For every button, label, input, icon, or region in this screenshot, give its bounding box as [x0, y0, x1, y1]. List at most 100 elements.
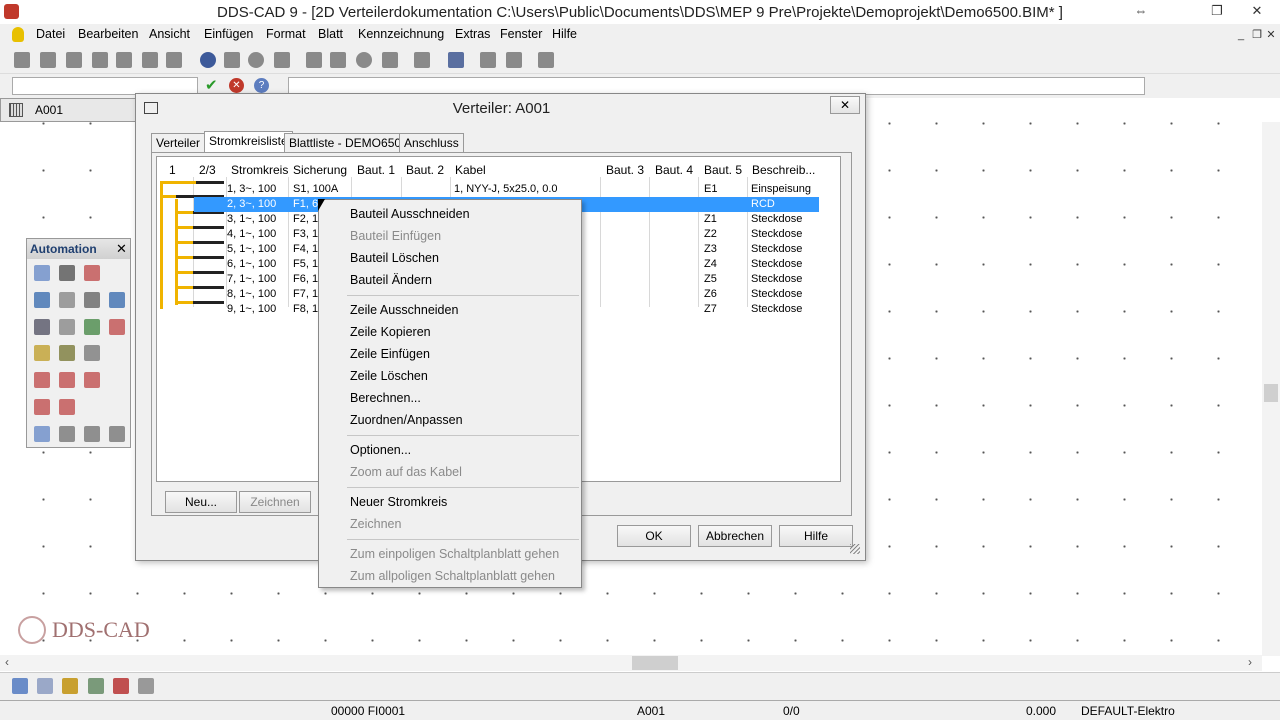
col-header-baut5[interactable]: Baut. 5 [704, 163, 742, 177]
col-header-baut1[interactable]: Baut. 1 [357, 163, 395, 177]
ortho-icon[interactable] [62, 678, 78, 694]
menu-hilfe[interactable]: Hilfe [552, 27, 577, 41]
cancel-icon[interactable]: ✕ [229, 78, 244, 93]
hatch-icon[interactable] [382, 52, 398, 68]
context-menu-item[interactable]: Bauteil Einfügen [350, 229, 441, 243]
move-icon[interactable] [84, 319, 100, 335]
cell-beschreib[interactable]: Steckdose [751, 273, 802, 285]
vertical-scroll-thumb[interactable] [1264, 384, 1278, 402]
cell-stromkreis[interactable]: 9, 1~, 100 [227, 303, 276, 315]
table-icon[interactable] [34, 265, 50, 281]
arrow-left-icon[interactable] [34, 292, 50, 308]
branch-icon[interactable] [84, 372, 100, 388]
dialog-close-button[interactable]: ✕ [830, 96, 860, 114]
ellipse-icon[interactable] [356, 52, 372, 68]
help-pointer-icon[interactable] [448, 52, 464, 68]
window-icon[interactable] [306, 52, 322, 68]
horizontal-scroll-thumb[interactable] [632, 656, 678, 670]
draw-button[interactable]: Zeichnen [239, 491, 311, 513]
restore-small-icon[interactable]: ⇔ [1128, 2, 1154, 20]
horizontal-scrollbar[interactable]: ‹ › [0, 655, 1262, 671]
coordinate-icon[interactable] [138, 678, 154, 694]
lightbulb-icon[interactable] [12, 27, 24, 42]
help-icon[interactable]: ? [254, 78, 269, 93]
cell-stromkreis[interactable]: 3, 1~, 100 [227, 213, 276, 225]
confirm-icon[interactable]: ✔ [205, 76, 218, 94]
list-icon[interactable] [224, 52, 240, 68]
grid-table-icon[interactable] [34, 319, 50, 335]
close-doc-icon[interactable] [66, 52, 82, 68]
new-icon[interactable] [14, 52, 30, 68]
cell-baut5[interactable]: Z2 [704, 228, 717, 240]
context-menu-item[interactable]: Zum einpoligen Schaltplanblatt gehen [350, 547, 559, 561]
sheet4-icon[interactable] [109, 426, 125, 442]
copy-icon[interactable] [59, 292, 75, 308]
print-preview-icon[interactable] [116, 52, 132, 68]
tee-icon[interactable] [59, 372, 75, 388]
cell-stromkreis[interactable]: 2, 3~, 100 [227, 198, 276, 210]
cell-sicherung[interactable]: S1, 100A [293, 183, 338, 195]
cell-baut5[interactable]: Z3 [704, 243, 717, 255]
redo-icon[interactable] [166, 52, 182, 68]
context-menu-item[interactable]: Bauteil Ändern [350, 273, 432, 287]
layer2-icon[interactable] [506, 52, 522, 68]
undo-icon[interactable] [142, 52, 158, 68]
maximize-icon[interactable]: ❐ [1204, 2, 1230, 20]
cell-baut5[interactable]: Z7 [704, 303, 717, 315]
cell-baut5[interactable]: Z6 [704, 288, 717, 300]
col-header-baut3[interactable]: Baut. 3 [606, 163, 644, 177]
context-menu-item[interactable]: Zoom auf das Kabel [350, 465, 462, 479]
cell-beschreib[interactable]: Steckdose [751, 243, 802, 255]
col-header-baut4[interactable]: Baut. 4 [655, 163, 693, 177]
ok-button[interactable]: OK [617, 525, 691, 547]
automation-close-icon[interactable]: ✕ [116, 241, 127, 257]
scroll-left-icon[interactable]: ‹ [5, 655, 9, 669]
open-icon[interactable] [40, 52, 56, 68]
context-menu-item[interactable]: Zeichnen [350, 517, 401, 531]
context-menu-item[interactable]: Neuer Stromkreis [350, 495, 447, 509]
context-menu-item[interactable]: Zum allpoligen Schaltplanblatt gehen [350, 569, 555, 583]
context-menu-item[interactable]: Zeile Einfügen [350, 347, 430, 361]
cell-stromkreis[interactable]: 6, 1~, 100 [227, 258, 276, 270]
tab-blattliste[interactable]: Blattliste - DEMO6500 [284, 133, 413, 152]
context-menu-item[interactable]: Zuordnen/Anpassen [350, 413, 463, 427]
cell-beschreib[interactable]: Steckdose [751, 303, 802, 315]
layer-icon[interactable] [480, 52, 496, 68]
mirror-icon[interactable] [113, 678, 129, 694]
sheet1-icon[interactable] [34, 426, 50, 442]
context-menu-item[interactable]: Optionen... [350, 443, 411, 457]
tab-anschluss[interactable]: Anschluss [399, 133, 464, 152]
cell-kabel[interactable]: 1, NYY-J, 5x25.0, 0.0 [454, 183, 558, 195]
context-menu-item[interactable]: Bauteil Ausschneiden [350, 207, 470, 221]
fill-icon[interactable] [84, 292, 100, 308]
menu-datei[interactable]: Datei [36, 27, 65, 41]
globe-icon[interactable] [200, 52, 216, 68]
sheet2-icon[interactable] [59, 426, 75, 442]
col-header-kabel[interactable]: Kabel [455, 163, 486, 177]
circle-icon[interactable] [248, 52, 264, 68]
cell-beschreib[interactable]: Steckdose [751, 258, 802, 270]
col-header-stromkreis[interactable]: Stromkreis [231, 163, 288, 177]
tab-stromkreisliste[interactable]: Stromkreisliste [204, 131, 293, 153]
cell-baut5[interactable]: Z4 [704, 258, 717, 270]
cell-stromkreis[interactable]: 1, 3~, 100 [227, 183, 276, 195]
cell-stromkreis[interactable]: 4, 1~, 100 [227, 228, 276, 240]
scroll-right-icon[interactable]: › [1248, 655, 1252, 669]
cell-beschreib[interactable]: Steckdose [751, 228, 802, 240]
mdi-close-icon[interactable]: ✕ [1258, 26, 1280, 44]
automation-header[interactable]: Automation ✕ [27, 239, 130, 259]
context-menu-item[interactable]: Berechnen... [350, 391, 421, 405]
align-icon[interactable] [59, 319, 75, 335]
col-header-1[interactable]: 1 [169, 163, 176, 177]
col-header-sicherung[interactable]: Sicherung [293, 163, 347, 177]
context-menu-item[interactable]: Zeile Ausschneiden [350, 303, 458, 317]
cell-stromkreis[interactable]: 8, 1~, 100 [227, 288, 276, 300]
menu-kennzeichnung[interactable]: Kennzeichnung [358, 27, 444, 41]
sheet3-icon[interactable] [84, 426, 100, 442]
angle-icon[interactable] [88, 678, 104, 694]
cell-baut5[interactable]: Z5 [704, 273, 717, 285]
context-menu-item[interactable]: Bauteil Löschen [350, 251, 439, 265]
xs-icon[interactable] [84, 345, 100, 361]
query-icon[interactable] [109, 319, 125, 335]
col-header-beschreib[interactable]: Beschreib... [752, 163, 815, 177]
